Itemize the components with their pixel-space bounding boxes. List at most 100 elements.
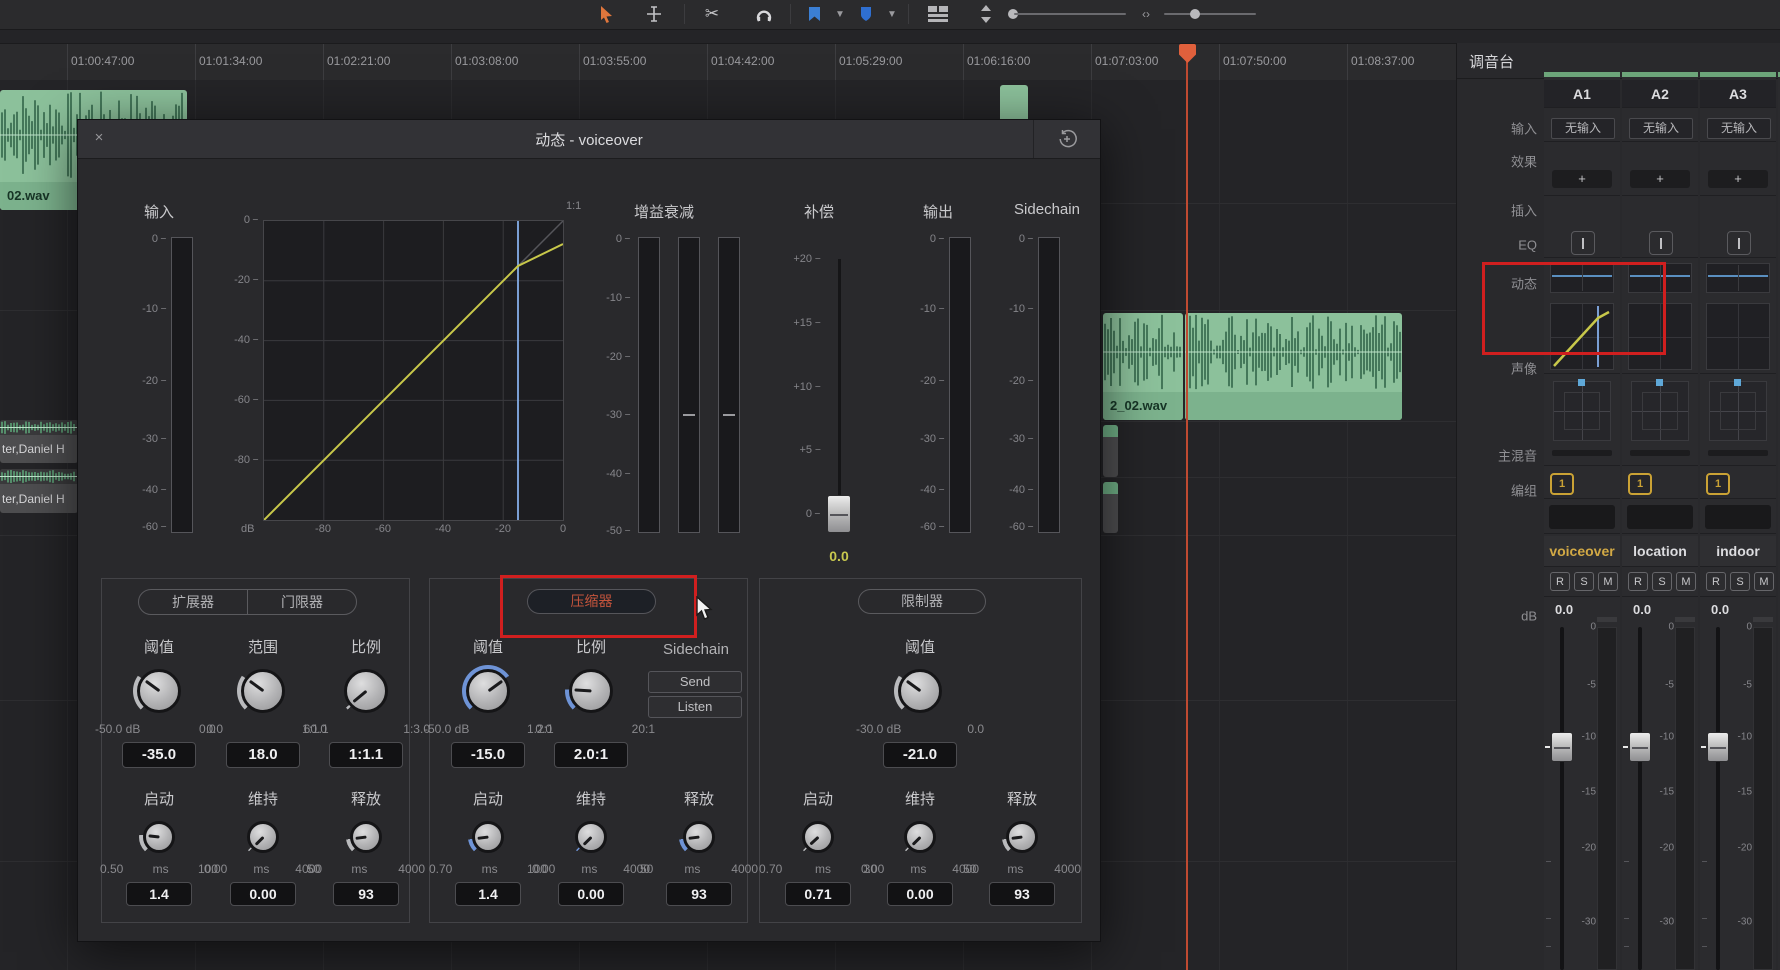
razor-tool-icon[interactable]: ✂ xyxy=(700,3,724,25)
sidechain-meter-scale-label: -30 xyxy=(1009,433,1033,445)
compression-graph[interactable] xyxy=(263,220,564,521)
fader-scale-label: 0 xyxy=(1590,622,1596,633)
channel-meter-peak xyxy=(1597,617,1617,622)
marker-icon[interactable] xyxy=(854,3,878,25)
channel-name[interactable]: indoor xyxy=(1700,536,1776,567)
compressor-knob-释放-knob[interactable] xyxy=(679,817,719,857)
channel-fader-handle[interactable] xyxy=(1551,732,1573,762)
limiter-knob-启动-value[interactable]: 0.71 xyxy=(785,882,851,906)
trim-tool-icon[interactable] xyxy=(642,3,666,25)
playhead-line[interactable] xyxy=(1186,44,1188,970)
expander-knob-范围-knob[interactable] xyxy=(237,665,289,717)
limiter-knob-启动-knob[interactable] xyxy=(798,817,838,857)
compressor-knob-比例-range: 1.2:120:1 xyxy=(527,722,655,736)
limiter-toggle[interactable]: 限制器 xyxy=(858,589,986,614)
channel-name[interactable]: voiceover xyxy=(1544,536,1620,567)
track-height-icon[interactable] xyxy=(974,3,998,25)
gain-reduction-indicator xyxy=(683,414,695,416)
input-meter-scale-label: 0 xyxy=(152,233,166,245)
timeline-ruler[interactable]: 0001:00:47:0001:01:34:0001:02:21:0001:03… xyxy=(0,43,1456,82)
ruler-tick xyxy=(195,44,196,80)
reset-button[interactable] xyxy=(1033,120,1100,158)
channel-color-strip xyxy=(1700,72,1776,77)
fader-scale-label: -20 xyxy=(1738,843,1752,854)
pointer-tool-icon[interactable] xyxy=(594,3,618,25)
channel-header[interactable]: A1 xyxy=(1544,80,1620,108)
dynamics-highlight-box xyxy=(1482,262,1666,355)
limiter-knob-释放-knob[interactable] xyxy=(1002,817,1042,857)
zoom-slider[interactable] xyxy=(1164,13,1256,15)
channel-header[interactable]: A2 xyxy=(1622,80,1698,108)
compressor-knob-阈值-knob[interactable] xyxy=(462,665,514,717)
audio-clip-small-2[interactable] xyxy=(1103,482,1118,533)
channel-fader-handle[interactable] xyxy=(1629,732,1651,762)
zoom-slider-handle[interactable] xyxy=(1190,9,1200,19)
marker-dropdown-icon[interactable]: ▼ xyxy=(880,3,904,25)
compressor-knob-启动-knob[interactable] xyxy=(468,817,508,857)
channel-color-strip xyxy=(1544,72,1620,77)
channel-fader-track[interactable] xyxy=(1638,627,1642,970)
timeline-view-options-icon[interactable] xyxy=(926,3,950,25)
fader-handle-tick xyxy=(1623,746,1628,748)
compressor-knob-启动-value[interactable]: 1.4 xyxy=(455,882,521,906)
limiter-knob-释放-value[interactable]: 93 xyxy=(989,882,1055,906)
limiter-knob-维持-value[interactable]: 0.00 xyxy=(887,882,953,906)
channel-fader-handle[interactable] xyxy=(1707,732,1729,762)
limiter-knob-释放-range: 50ms4000 xyxy=(963,862,1081,876)
expander-knob-比例-knob[interactable] xyxy=(340,665,392,717)
expander-knob-维持-knob[interactable] xyxy=(243,817,283,857)
compressor-knob-释放-value[interactable]: 93 xyxy=(666,882,732,906)
channel-name[interactable]: location xyxy=(1622,536,1698,567)
audio-clip-small-1[interactable] xyxy=(1103,425,1118,477)
tab-gate[interactable]: 门限器 xyxy=(247,590,356,614)
knob-unit-label: ms xyxy=(351,862,367,876)
makeup-slider-handle[interactable] xyxy=(827,495,851,533)
expander-knob-阈值-knob[interactable] xyxy=(133,665,185,717)
gain-reduction-scale-label: -10 xyxy=(606,292,630,304)
dialog-title: 动态 - voiceover xyxy=(78,129,1100,150)
channel-header[interactable]: A3 xyxy=(1700,80,1776,108)
track-height-slider[interactable] xyxy=(1014,13,1126,15)
compressor-knob-阈值-value[interactable]: -15.0 xyxy=(451,742,525,768)
channel-fader-track[interactable] xyxy=(1560,627,1564,970)
makeup-value: 0.0 xyxy=(829,548,848,564)
audio-clip-2-02wav-right[interactable] xyxy=(1185,313,1402,420)
compressor-knob-维持-value[interactable]: 0.00 xyxy=(558,882,624,906)
snap-magnet-icon[interactable] xyxy=(752,3,776,25)
expander-knob-阈值-value[interactable]: -35.0 xyxy=(122,742,196,768)
ruler-timecode: 01:01:34:00 xyxy=(199,54,262,68)
fader-tick xyxy=(1624,861,1629,862)
dialog-titlebar[interactable]: × 动态 - voiceover xyxy=(78,120,1100,159)
flag-icon[interactable] xyxy=(802,3,826,25)
timeline-gridline xyxy=(1219,80,1220,970)
expander-knob-范围-value[interactable]: 18.0 xyxy=(226,742,300,768)
limiter-knob-维持-knob[interactable] xyxy=(900,817,940,857)
expander-knob-启动-value[interactable]: 1.4 xyxy=(126,882,192,906)
audio-clip-2-02wav-left[interactable]: 2_02.wav xyxy=(1103,313,1183,420)
expander-knob-启动-knob[interactable] xyxy=(139,817,179,857)
sidechain-meter-scale-label: -60 xyxy=(1009,521,1033,533)
makeup-scale-label: +15 xyxy=(793,317,820,329)
audio-clip-daniel-2[interactable]: ter,Daniel H xyxy=(0,469,78,513)
expander-knob-释放-value[interactable]: 93 xyxy=(333,882,399,906)
makeup-scale-label: 0 xyxy=(806,508,820,520)
expander-knob-释放-knob[interactable] xyxy=(346,817,386,857)
channel-fader-track[interactable] xyxy=(1716,627,1720,970)
audio-clip-daniel-1[interactable]: ter,Daniel H xyxy=(0,420,78,463)
makeup-slider-track[interactable] xyxy=(838,259,841,533)
expander-knob-比例-value[interactable]: 1:1.1 xyxy=(329,742,403,768)
limiter-knob-阈值-value[interactable]: -21.0 xyxy=(883,742,957,768)
limiter-knob-阈值-knob[interactable] xyxy=(894,665,946,717)
expander-knob-维持-value[interactable]: 0.00 xyxy=(230,882,296,906)
channel-dynamics-cell xyxy=(1700,258,1776,374)
sidechain-meter xyxy=(1038,237,1060,533)
compressor-knob-维持-knob[interactable] xyxy=(571,817,611,857)
channel-input-cell xyxy=(1544,108,1620,142)
fairlight-workspace: ✂ ▼ ▼ ‹› 0001:00:47:0001:01:34:0001:02:2… xyxy=(0,0,1780,970)
channel-main-cell xyxy=(1700,466,1776,499)
compressor-knob-比例-value[interactable]: 2.0:1 xyxy=(554,742,628,768)
mixer-row-label-effects: 效果 xyxy=(1511,152,1537,171)
tab-expander[interactable]: 扩展器 xyxy=(139,590,247,614)
flag-dropdown-icon[interactable]: ▼ xyxy=(828,3,852,25)
compressor-knob-比例-knob[interactable] xyxy=(565,665,617,717)
